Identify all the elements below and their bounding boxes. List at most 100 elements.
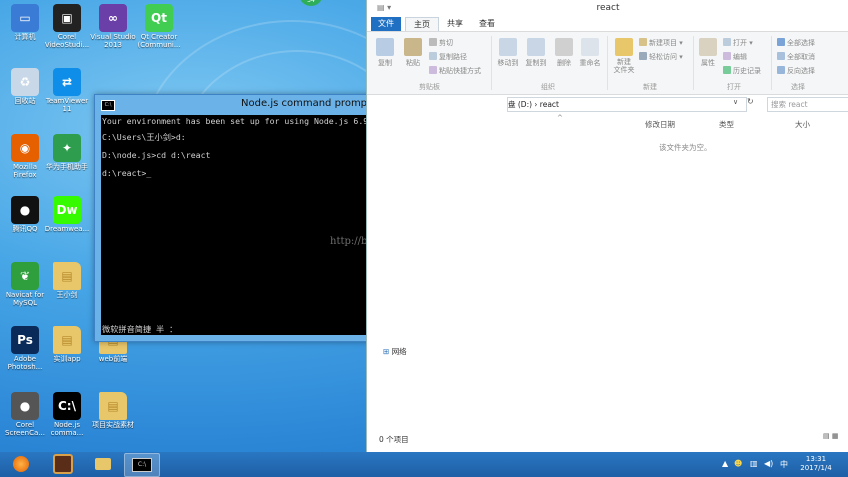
- taskbar-media[interactable]: [46, 453, 80, 475]
- desktop-shortcut-label: 回收站: [14, 97, 36, 105]
- select-none-button[interactable]: 全部取消: [777, 52, 815, 62]
- select-none-icon: [777, 52, 785, 60]
- new-item-icon: [639, 38, 647, 46]
- properties-button[interactable]: 属性: [697, 38, 719, 68]
- status-item-count: 0 个项目: [379, 435, 409, 444]
- new-folder-button[interactable]: 新建 文件夹: [611, 38, 637, 74]
- delete-button[interactable]: 删除: [553, 38, 575, 68]
- open-button[interactable]: 打开 ▾: [723, 38, 753, 48]
- nav-item-network[interactable]: ⊞ 网络: [383, 346, 407, 357]
- desktop-shortcut-label: 腾讯QQ: [12, 225, 38, 233]
- invert-selection-button[interactable]: 反向选择: [777, 66, 815, 76]
- taskbar: C:\ ▲ ☻ ▥ ◀) 中 13:31 2017/1/4: [0, 452, 848, 477]
- explorer-titlebar[interactable]: ▤ ▾ react: [367, 0, 848, 17]
- refresh-icon[interactable]: ↻: [747, 97, 754, 106]
- group-label: 剪贴板: [419, 83, 440, 91]
- easy-access-button[interactable]: 轻松访问 ▾: [639, 52, 683, 62]
- column-size[interactable]: 大小: [795, 119, 810, 130]
- copy-path-button[interactable]: 复制路径: [429, 52, 467, 62]
- taskbar-firefox[interactable]: [4, 453, 38, 475]
- ribbon-tabs: 文件 主页 共享 查看: [367, 17, 848, 32]
- taskbar-explorer[interactable]: [86, 453, 120, 475]
- column-date[interactable]: 修改日期: [645, 119, 675, 130]
- edit-button[interactable]: 编辑: [723, 52, 747, 62]
- desktop-shortcut[interactable]: C:\ Node.js comma...: [44, 392, 90, 437]
- group-label: 打开: [727, 83, 741, 91]
- console-line: D:\node.js>cd d:\react: [102, 150, 211, 160]
- firefox-icon: [13, 456, 29, 472]
- taskbar-node-prompt[interactable]: C:\: [124, 453, 160, 477]
- tab-file[interactable]: 文件: [371, 17, 401, 31]
- edit-icon: [723, 52, 731, 60]
- rename-button[interactable]: 重命名: [577, 38, 603, 68]
- desktop-shortcut-label: Dreamwea...: [44, 225, 90, 233]
- copy-icon: [376, 38, 394, 56]
- history-icon: [723, 66, 731, 74]
- desktop-shortcut-label: 华为手机助手: [46, 163, 88, 171]
- easy-access-icon: [639, 52, 647, 60]
- desktop-shortcut[interactable]: Ps Adobe Photosh...: [2, 326, 48, 371]
- desktop-shortcut-label: Qt Creator (Communi...: [137, 33, 181, 49]
- paste-button[interactable]: 粘贴: [401, 38, 425, 68]
- desktop-shortcut-label: Adobe Photosh...: [7, 355, 43, 371]
- move-to-icon: [499, 38, 517, 56]
- network-tray-icon[interactable]: ▥: [750, 459, 758, 468]
- address-bar[interactable]: 盘 (D:) › react: [507, 97, 747, 112]
- teamviewer-icon: ⇄: [53, 68, 81, 96]
- copy-to-button[interactable]: 复制到: [523, 38, 549, 68]
- group-label: 选择: [791, 83, 805, 91]
- paste-shortcut-icon: [429, 66, 437, 74]
- recycle-bin-icon: ♻: [11, 68, 39, 96]
- desktop-shortcut[interactable]: ✦ 华为手机助手: [44, 134, 90, 171]
- desktop-shortcut[interactable]: ▭ 计算机: [2, 4, 48, 41]
- desktop-shortcut[interactable]: ● 腾讯QQ: [2, 196, 48, 233]
- computer-icon: ▭: [11, 4, 39, 32]
- desktop-shortcut[interactable]: ▤ 实训app: [44, 326, 90, 363]
- volume-icon[interactable]: ◀): [764, 459, 773, 468]
- tray-expand-icon[interactable]: ▲: [722, 459, 728, 468]
- search-input[interactable]: 搜索 react: [767, 97, 848, 112]
- desktop-shortcut[interactable]: ❦ Navicat for MySQL: [2, 262, 48, 307]
- cut-button[interactable]: 剪切: [429, 38, 453, 48]
- desktop-shortcut[interactable]: ∞ Visual Studio 2013: [90, 4, 136, 49]
- tab-view[interactable]: 查看: [473, 17, 501, 31]
- view-toggle-icons[interactable]: ▤ ▦: [823, 432, 845, 442]
- notification-badge[interactable]: 34: [299, 0, 323, 6]
- corel-videostudio-icon: ▣: [53, 4, 81, 32]
- desktop-shortcut[interactable]: ⇄ TeamViewer 11: [44, 68, 90, 113]
- desktop-shortcut-label: Corel VideoStudi...: [44, 33, 90, 49]
- clock[interactable]: 13:31 2017/1/4: [788, 455, 844, 473]
- desktop-shortcut[interactable]: Qt Qt Creator (Communi...: [136, 4, 182, 49]
- desktop-shortcut[interactable]: ▣ Corel VideoStudi...: [44, 4, 90, 49]
- desktop-shortcut[interactable]: ◉ Mozilla Firefox: [2, 134, 48, 179]
- tray-app-icon[interactable]: ☻: [734, 459, 742, 468]
- chevron-down-icon[interactable]: ∨: [733, 98, 738, 106]
- history-button[interactable]: 历史记录: [723, 66, 761, 76]
- ime-icon[interactable]: 中: [780, 459, 788, 470]
- desktop-shortcut[interactable]: ▤ 王小剑: [44, 262, 90, 299]
- new-item-button[interactable]: 新建项目 ▾: [639, 38, 683, 48]
- select-all-icon: [777, 38, 785, 46]
- explorer-window[interactable]: ▤ ▾ react 文件 主页 共享 查看 复制 粘贴 剪切 复制路径 粘贴快捷…: [366, 0, 848, 452]
- address-row: 盘 (D:) › react ∨ ↻ 搜索 react: [367, 96, 848, 112]
- tab-home[interactable]: 主页: [405, 17, 439, 32]
- group-divider: [607, 36, 608, 90]
- desktop-shortcut[interactable]: Dw Dreamwea...: [44, 196, 90, 233]
- copy-button[interactable]: 复制: [373, 38, 397, 68]
- desktop-shortcut[interactable]: ♻ 回收站: [2, 68, 48, 105]
- cmd-icon: C:\: [132, 458, 152, 472]
- desktop-shortcut-label: Mozilla Firefox: [12, 163, 38, 179]
- select-all-button[interactable]: 全部选择: [777, 38, 815, 48]
- huawei-assistant-icon: ✦: [53, 134, 81, 162]
- column-type[interactable]: 类型: [719, 119, 734, 130]
- media-app-icon: [53, 454, 73, 474]
- delete-icon: [555, 38, 573, 56]
- tab-share[interactable]: 共享: [441, 17, 469, 31]
- folder-icon: ▤: [53, 262, 81, 290]
- desktop-shortcut[interactable]: ▤ 项目实战素材: [90, 392, 136, 429]
- copy-to-icon: [527, 38, 545, 56]
- move-to-button[interactable]: 移动到: [495, 38, 521, 68]
- paste-shortcut-button[interactable]: 粘贴快捷方式: [429, 66, 481, 76]
- group-label: 新建: [643, 83, 657, 91]
- desktop-shortcut[interactable]: ● Corel ScreenCa...: [2, 392, 48, 437]
